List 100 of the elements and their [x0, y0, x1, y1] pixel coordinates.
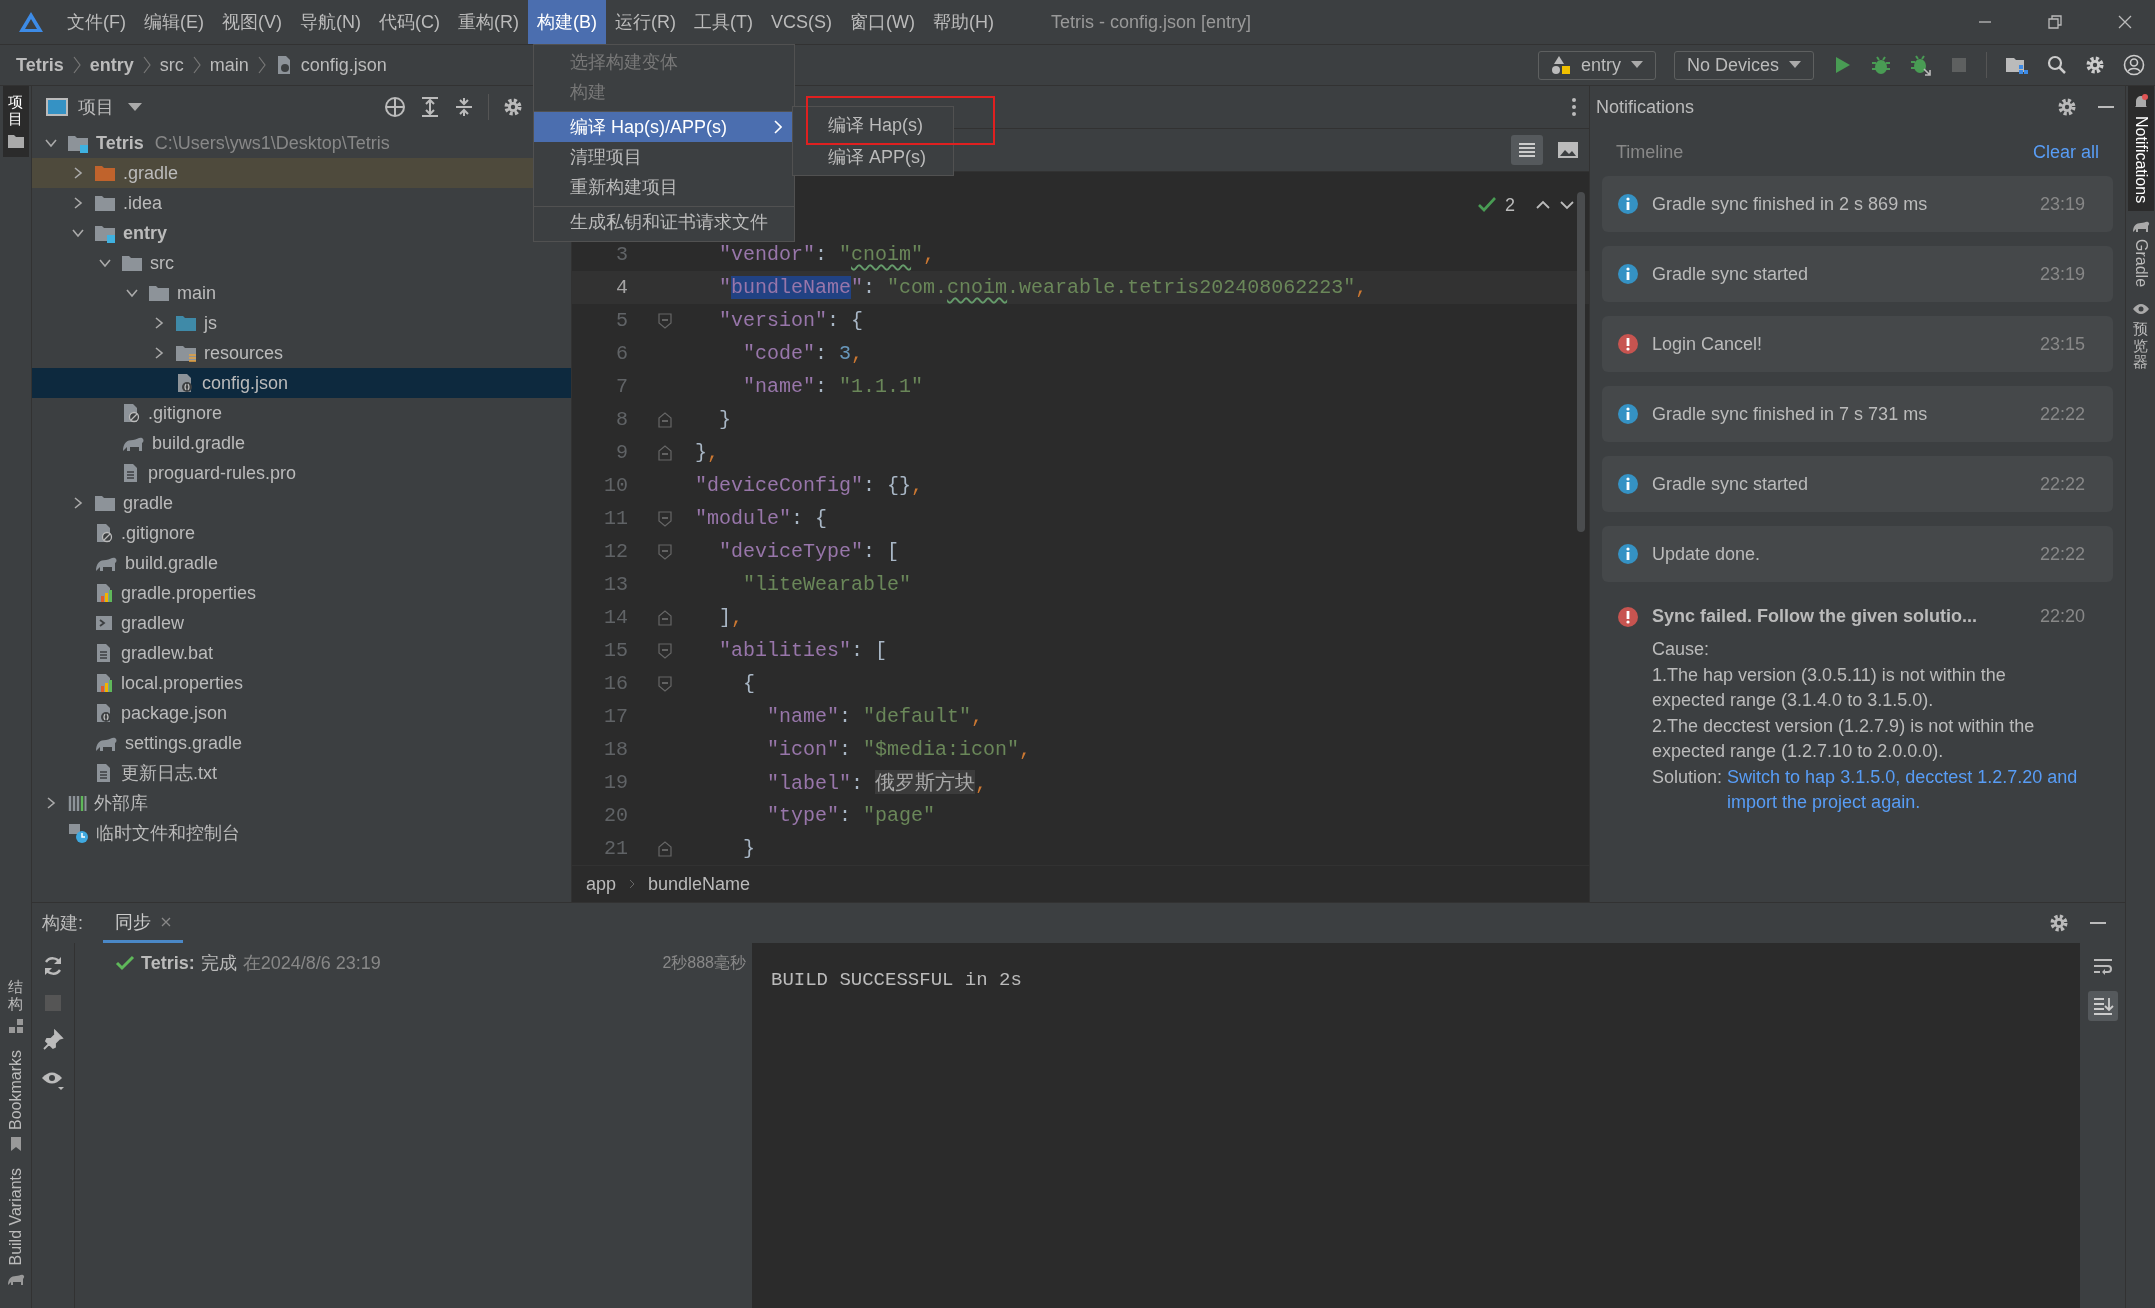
notification-card[interactable]: Gradle sync finished in 7 s 731 ms 22:22 — [1602, 386, 2113, 442]
tool-window-tab[interactable]: Notifications — [2127, 86, 2154, 212]
panel-title: 构建: — [42, 912, 83, 935]
notification-time: 23:19 — [2039, 263, 2085, 285]
notification-card[interactable]: Update done. 22:22 — [1602, 526, 2113, 582]
menu-item[interactable]: 重构(R) — [449, 0, 528, 44]
menu-item[interactable]: 窗口(W) — [841, 0, 924, 44]
tree-item[interactable]: 临时文件和控制台 — [32, 818, 571, 848]
line-number: 14 — [603, 606, 629, 629]
menu-item[interactable]: 编译 APP(s) — [793, 141, 953, 173]
notification-detail: Cause: — [1652, 638, 1711, 661]
tree-item[interactable]: local.properties — [32, 668, 571, 698]
code-line: } — [718, 408, 731, 431]
code-line: { — [742, 672, 755, 695]
tree-label: 外部库 — [94, 792, 148, 815]
build-result-row[interactable]: Tetris: 完成 在2024/8/6 23:19 2秒888毫秒 — [115, 949, 746, 977]
clear-all-link[interactable]: Clear all — [2032, 141, 2099, 163]
tree-label: Tetris — [96, 132, 144, 154]
notification-detail: 1.The hap version (3.0.5.11) is not within the expected range (3.1.4.0 to 3.1.5.0). — [1652, 663, 2007, 712]
device-dropdown[interactable]: No Devices — [1673, 50, 1814, 80]
tree-label: build.gradle — [152, 432, 246, 454]
menu-item[interactable]: 生成私钥和证书请求文件 — [534, 206, 794, 237]
breadcrumb-item[interactable]: app — [586, 873, 617, 895]
tool-window-tab[interactable]: 预览器 — [2127, 295, 2154, 379]
tree-label: local.properties — [121, 672, 244, 694]
menu-item[interactable]: 文件(F) — [58, 0, 135, 44]
notification-card[interactable]: Gradle sync finished in 2 s 869 ms 23:19 — [1602, 176, 2113, 232]
tree-item[interactable]: gradlew — [32, 608, 571, 638]
module-dropdown[interactable]: entry — [1537, 50, 1656, 80]
tree-item[interactable]: gradlew.bat — [32, 638, 571, 668]
tree-item[interactable]: settings.gradle — [32, 728, 571, 758]
tree-item[interactable]: build.gradle — [32, 428, 571, 458]
tree-item[interactable]: 外部库 — [32, 788, 571, 818]
menu-item[interactable]: 构建(B) — [528, 0, 606, 44]
code-line: "label": 俄罗斯方块, — [766, 769, 988, 796]
tree-label: gradle — [123, 492, 174, 514]
tree-item[interactable]: proguard-rules.pro — [32, 458, 571, 488]
tree-item[interactable]: .gitignore — [32, 518, 571, 548]
notification-card[interactable]: Login Cancel! 23:15 — [1602, 316, 2113, 372]
tree-item[interactable]: config.json — [32, 368, 571, 398]
notification-detail: 2.The decctest version (1.2.7.9) is not within the expected range (1.2.7.10 to 2.0.0.0). — [1652, 714, 2036, 763]
menu-item[interactable]: 编译 Hap(s) — [793, 109, 953, 141]
menu-item[interactable]: VCS(S) — [761, 0, 841, 44]
menu-item[interactable]: 运行(R) — [606, 0, 685, 44]
tool-window-tab[interactable]: 结构 — [3, 971, 28, 1043]
project-name: Tetris: — [141, 952, 195, 974]
tree-item[interactable]: gradle.properties — [32, 578, 571, 608]
tree-item[interactable]: src — [32, 248, 571, 278]
code-line: "vendor": "cnoim", — [718, 243, 936, 266]
line-number: 10 — [603, 474, 629, 497]
menu-item[interactable]: 工具(T) — [685, 0, 762, 44]
tool-window-tab[interactable]: Bookmarks — [2, 1042, 29, 1161]
breadcrumb-item[interactable]: main — [209, 54, 249, 76]
breadcrumb-item[interactable]: config.json — [300, 54, 387, 76]
tree-item[interactable]: 更新日志.txt — [32, 758, 571, 788]
tree-item[interactable]: .gitignore — [32, 398, 571, 428]
breadcrumb-item[interactable]: src — [159, 54, 184, 76]
tree-label: settings.gradle — [125, 732, 243, 754]
tree-label: gradlew — [121, 612, 185, 634]
code-line: "version": { — [718, 309, 864, 332]
notification-text: Gradle sync started — [1652, 473, 1810, 495]
line-number: 18 — [603, 738, 629, 761]
tree-label: resources — [204, 342, 284, 364]
tree-item[interactable]: package.json — [32, 698, 571, 728]
tool-window-tab[interactable]: Gradle — [2127, 211, 2154, 296]
panel-tab[interactable]: 同步 — [103, 903, 183, 943]
menu-item[interactable]: 代码(C) — [370, 0, 449, 44]
notification-time: 22:20 — [2039, 606, 2085, 627]
notification-text: Sync failed. Follow the given solutio... — [1652, 606, 1979, 627]
line-number: 13 — [603, 573, 629, 596]
tree-item[interactable]: build.gradle — [32, 548, 571, 578]
tree-item[interactable]: gradle — [32, 488, 571, 518]
tree-item[interactable]: js — [32, 308, 571, 338]
code-line: "code": 3, — [742, 342, 864, 365]
menu-item[interactable]: 视图(V) — [213, 0, 291, 44]
tool-window-tab[interactable]: 项目 — [2, 86, 29, 157]
menu-item[interactable]: 帮助(H) — [923, 0, 1003, 44]
line-number: 8 — [615, 408, 629, 431]
breadcrumb-item[interactable]: entry — [89, 54, 134, 76]
line-number: 5 — [615, 309, 629, 332]
tree-item[interactable]: main — [32, 278, 571, 308]
inspection-count[interactable]: 2 — [1505, 194, 1515, 216]
tree-item[interactable]: resources — [32, 338, 571, 368]
tool-window-tab[interactable]: Build Variants — [2, 1160, 29, 1294]
build-time: 在2024/8/6 23:19 — [242, 952, 381, 975]
line-number: 19 — [603, 771, 629, 794]
breadcrumb-item[interactable]: bundleName — [648, 873, 751, 895]
tree-label: gradle.properties — [121, 582, 257, 604]
code-line: } — [742, 837, 755, 860]
breadcrumb-item[interactable]: Tetris — [16, 54, 64, 76]
tree-label: gradlew.bat — [121, 642, 214, 664]
notification-card[interactable]: Gradle sync started 22:22 — [1602, 456, 2113, 512]
menu-item[interactable]: 编译 Hap(s)/APP(s) — [534, 111, 794, 142]
panel-title[interactable]: 项目 — [78, 95, 114, 119]
solution-link[interactable]: Switch to hap 3.1.5.0, decctest 1.2.7.20 and import the project again. — [1727, 764, 2083, 816]
menu-item[interactable]: 导航(N) — [291, 0, 370, 44]
tree-label: config.json — [202, 372, 289, 394]
project-path: C:\Users\yws1\Desktop\Tetris — [154, 132, 390, 154]
notification-card[interactable]: Gradle sync started 23:19 — [1602, 246, 2113, 302]
menu-item[interactable]: 编辑(E) — [135, 0, 213, 44]
